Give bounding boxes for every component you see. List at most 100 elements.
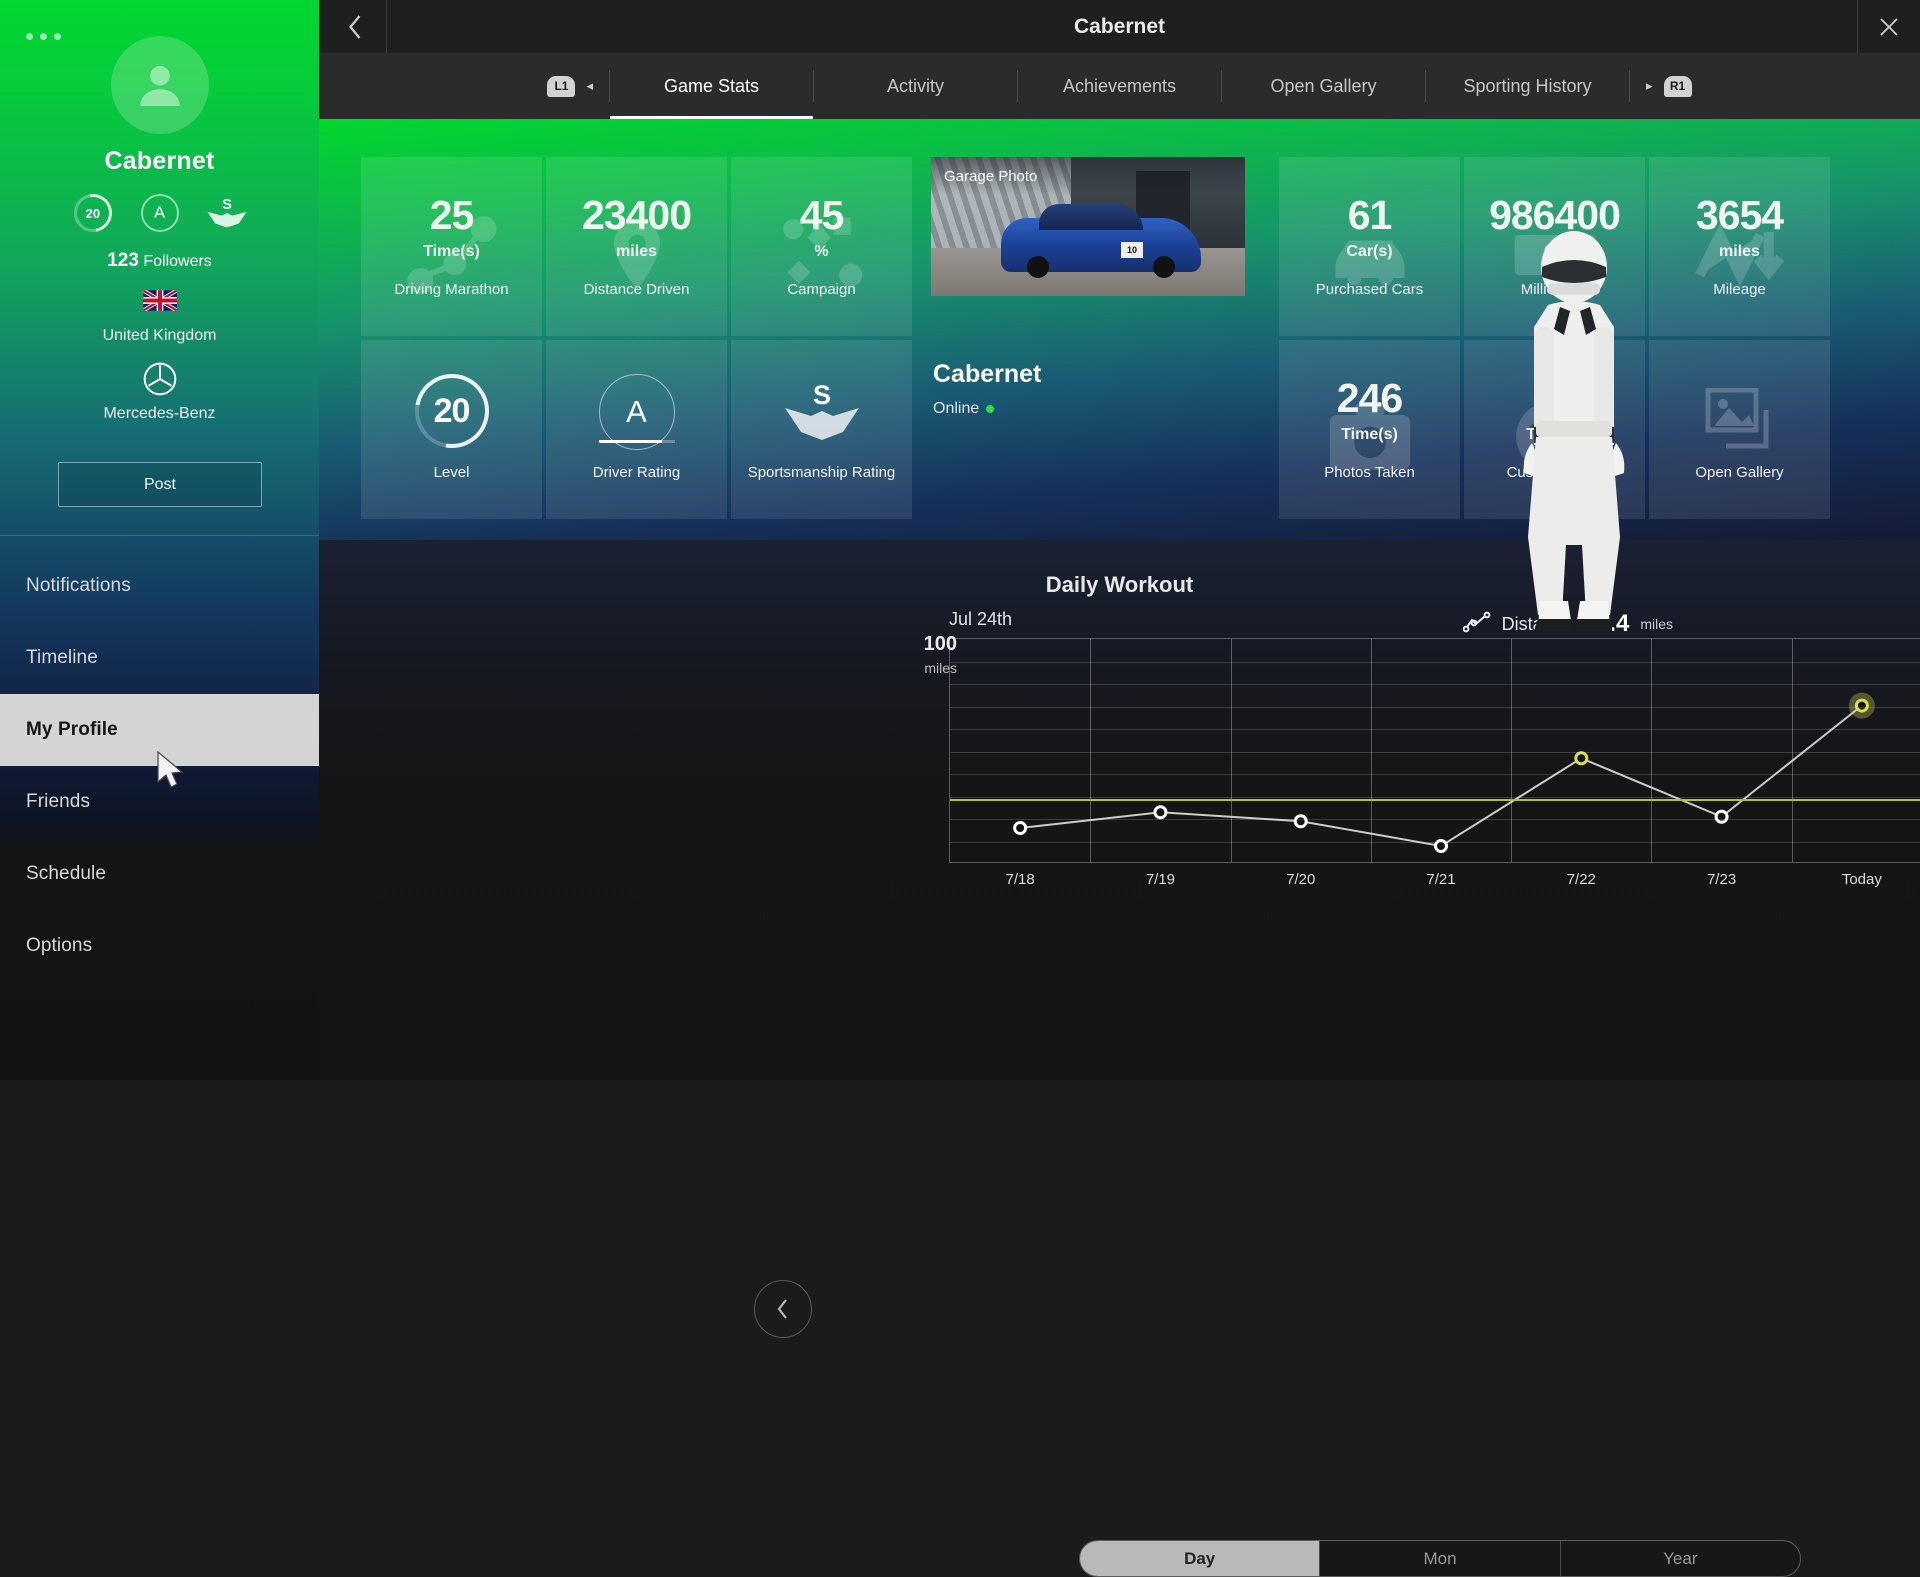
line-chart-icon bbox=[1463, 611, 1491, 638]
chart-gridline-h bbox=[950, 774, 1920, 775]
chart-gridline-v bbox=[1371, 639, 1372, 862]
chart-gridline-v bbox=[1231, 639, 1232, 862]
stat-column-3: 45 % Campaign S Sportsmanship Rating bbox=[731, 157, 912, 519]
title-bar: Cabernet bbox=[319, 0, 1920, 53]
chart-gridline-h bbox=[950, 819, 1920, 820]
chart-data-point[interactable] bbox=[1295, 816, 1306, 827]
chart-metric-unit: miles bbox=[1640, 616, 1673, 632]
level-badge: 20 bbox=[70, 190, 116, 236]
stat-tile-distance-driven[interactable]: 23400 miles Distance Driven bbox=[546, 157, 727, 336]
chart-gridline-h bbox=[950, 729, 1920, 730]
close-button[interactable] bbox=[1858, 0, 1920, 53]
tab-achievements[interactable]: Achievements bbox=[1018, 53, 1221, 119]
stat-value: A bbox=[626, 394, 647, 430]
stat-value: 23400 bbox=[582, 195, 691, 236]
chart-gridline-h bbox=[950, 752, 1920, 753]
chart-data-point[interactable] bbox=[1155, 807, 1166, 818]
stat-tile-mileage[interactable]: 3654 miles Mileage bbox=[1649, 157, 1830, 336]
daily-workout-section: Daily Workout Jul 24th Distance 70.4 mil… bbox=[319, 540, 1920, 1080]
chart-x-tick-label: 7/22 bbox=[1567, 871, 1596, 888]
back-button[interactable] bbox=[329, 0, 382, 53]
y-axis-unit-label: miles bbox=[897, 660, 957, 676]
stat-tile-level[interactable]: 20 Level bbox=[361, 340, 542, 519]
prev-period-button[interactable] bbox=[754, 1280, 812, 1338]
stats-panel: 25 Time(s) Driving Marathon 20 Level bbox=[319, 119, 1920, 540]
more-dots-icon[interactable] bbox=[26, 33, 61, 40]
chart-x-tick-label: 7/18 bbox=[1006, 871, 1035, 888]
garage-photo-label: Garage Photo bbox=[931, 157, 1245, 195]
sidebar-item-timeline[interactable]: Timeline bbox=[0, 622, 319, 694]
main-panel: Cabernet L1 ◂ Game Stats Activity Achiev… bbox=[319, 0, 1920, 1080]
svg-text:S: S bbox=[222, 197, 232, 213]
stat-tile-driving-marathon[interactable]: 25 Time(s) Driving Marathon bbox=[361, 157, 542, 336]
titlebar-separator bbox=[386, 0, 387, 53]
range-option-mon[interactable]: Mon bbox=[1320, 1541, 1560, 1576]
avatar[interactable] bbox=[111, 36, 209, 134]
chart-plot-area: 7/187/197/207/217/227/23Today bbox=[949, 638, 1920, 863]
chart-x-tick-label: 7/21 bbox=[1426, 871, 1455, 888]
followers-label: Followers bbox=[143, 253, 211, 270]
country-label: United Kingdom bbox=[0, 327, 319, 345]
driver-rating-badge-value: A bbox=[141, 194, 179, 232]
chart-data-point[interactable] bbox=[1015, 823, 1026, 834]
l1-key-icon: L1 bbox=[547, 76, 575, 97]
stat-column-6: 3654 miles Mileage Open Gallery bbox=[1649, 157, 1830, 519]
chart-average-line bbox=[950, 799, 1920, 801]
united-kingdom-flag-icon bbox=[143, 290, 177, 311]
stat-label: Driver Rating bbox=[546, 464, 727, 483]
stat-label: Sportsmanship Rating bbox=[731, 464, 912, 483]
stat-unit: Time(s) bbox=[423, 243, 480, 261]
stat-tile-photos-taken[interactable]: 246 Time(s) Photos Taken bbox=[1279, 340, 1460, 519]
stat-tile-campaign[interactable]: 45 % Campaign bbox=[731, 157, 912, 336]
stat-tile-sportsmanship-rating[interactable]: S Sportsmanship Rating bbox=[731, 340, 912, 519]
left-shoulder-hint[interactable]: L1 ◂ bbox=[531, 53, 609, 119]
sidebar-item-my-profile[interactable]: My Profile bbox=[0, 694, 319, 766]
back-chevron-icon bbox=[347, 14, 364, 40]
stat-value: 986400 bbox=[1489, 195, 1620, 236]
range-option-year[interactable]: Year bbox=[1561, 1541, 1800, 1576]
stat-label: Open Gallery bbox=[1649, 464, 1830, 483]
y-axis-max-label: 100 bbox=[897, 633, 957, 656]
range-option-day[interactable]: Day bbox=[1080, 1541, 1320, 1576]
sidebar-nav: Notifications Timeline My Profile Friend… bbox=[0, 550, 319, 982]
chart-gridline-h bbox=[950, 797, 1920, 798]
page-title: Cabernet bbox=[319, 0, 1920, 53]
sidebar-item-notifications[interactable]: Notifications bbox=[0, 550, 319, 622]
stat-value: 25 bbox=[430, 195, 474, 236]
sidebar-item-friends[interactable]: Friends bbox=[0, 766, 319, 838]
chart-gridline-h bbox=[950, 842, 1920, 843]
right-shoulder-hint[interactable]: ▸ R1 bbox=[1630, 53, 1708, 119]
stat-unit: Time(s) bbox=[1341, 426, 1398, 444]
sidebar-item-schedule[interactable]: Schedule bbox=[0, 838, 319, 910]
driver-rating-progress bbox=[599, 440, 675, 443]
chart-data-point[interactable] bbox=[1716, 811, 1727, 822]
chart-date: Jul 24th bbox=[949, 609, 1012, 630]
stat-column-2: 23400 miles Distance Driven A Driver Rat… bbox=[546, 157, 727, 519]
sidebar-item-options[interactable]: Options bbox=[0, 910, 319, 982]
stat-tile-purchased-cars[interactable]: 61 Car(s) Purchased Cars bbox=[1279, 157, 1460, 336]
driver-rating-badge: A bbox=[137, 190, 183, 236]
prev-tab-arrow-icon[interactable]: ◂ bbox=[586, 78, 593, 94]
stat-column-4: 61 Car(s) Purchased Cars 246 Time(s) Pho… bbox=[1279, 157, 1460, 519]
tab-bar: L1 ◂ Game Stats Activity Achievements Op… bbox=[319, 53, 1920, 119]
tab-activity[interactable]: Activity bbox=[814, 53, 1017, 119]
chart-data-point[interactable] bbox=[1576, 753, 1587, 764]
garage-photo-card[interactable]: 10 Garage Photo Cabernet Online bbox=[931, 157, 1245, 519]
chart-x-tick-label: 7/19 bbox=[1146, 871, 1175, 888]
stat-value: 45 bbox=[800, 195, 844, 236]
stat-unit: miles bbox=[616, 243, 657, 261]
chart-gridline-v bbox=[1511, 639, 1512, 862]
post-button[interactable]: Post bbox=[58, 462, 262, 507]
stat-tile-open-gallery[interactable]: Open Gallery bbox=[1649, 340, 1830, 519]
tab-sporting-history[interactable]: Sporting History bbox=[1426, 53, 1629, 119]
stat-tile-driver-rating[interactable]: A Driver Rating bbox=[546, 340, 727, 519]
stat-unit: % bbox=[814, 243, 828, 261]
sidebar-divider bbox=[0, 535, 319, 536]
close-icon bbox=[1878, 16, 1900, 38]
tab-game-stats[interactable]: Game Stats bbox=[610, 53, 813, 119]
tab-open-gallery[interactable]: Open Gallery bbox=[1222, 53, 1425, 119]
followers-count: 123 bbox=[107, 250, 139, 271]
next-tab-arrow-icon[interactable]: ▸ bbox=[1646, 78, 1653, 94]
gallery-icon bbox=[1704, 388, 1776, 452]
status-text: Online bbox=[933, 400, 979, 418]
